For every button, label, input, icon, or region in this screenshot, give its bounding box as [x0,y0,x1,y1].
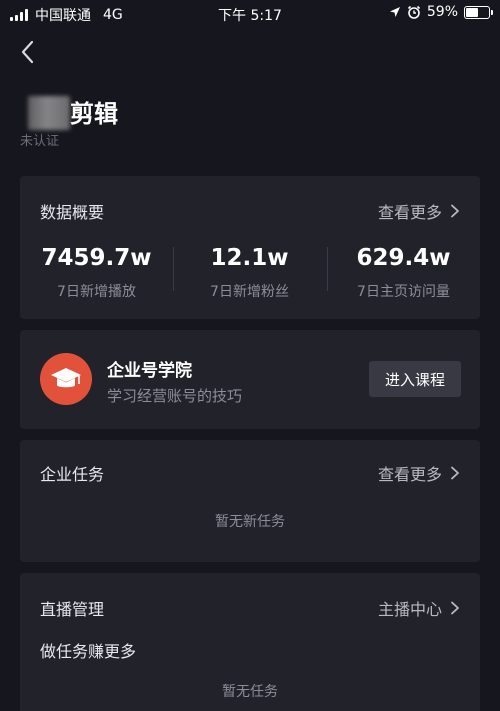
chevron-right-icon [451,601,459,615]
enterprise-tasks-more-label: 查看更多 [377,465,442,484]
live-empty-text: 暂无任务 [222,684,278,700]
academy-subtitle: 学习经营账号的技巧 [107,387,243,405]
data-overview-title: 数据概要 [40,203,105,222]
enterprise-tasks-more-link[interactable]: 查看更多 [378,461,462,485]
stat-visits-value: 629.4w [356,245,451,271]
avatar [28,96,70,130]
anchor-center-label: 主播中心 [377,600,442,619]
enterprise-tasks-card [20,440,480,562]
anchor-center-link[interactable]: 主播中心 [378,596,462,620]
chevron-left-icon [21,40,34,64]
chevron-right-icon [451,466,459,480]
status-bar: 中国联通 4G 下午 5:17 59% [0,0,500,26]
stat-fans-value: 12.1w [210,245,289,271]
stat-plays-value: 7459.7w [41,245,152,271]
battery-icon [464,5,493,19]
live-management-title: 直播管理 [40,600,105,619]
stat-plays[interactable]: 7459.7w 7日新增播放 [20,244,173,301]
status-right: 59% [389,4,493,20]
tasks-empty-text: 暂无新任务 [215,514,285,530]
location-icon [389,7,400,17]
alarm-icon [407,5,420,19]
stat-plays-label: 7日新增播放 [57,284,136,300]
stat-fans-label: 7日新增粉丝 [210,284,289,300]
live-tasks-subheading: 做任务赚更多 [40,642,137,661]
stat-fans[interactable]: 12.1w 7日新增粉丝 [173,244,326,301]
battery-percent: 59% [426,4,458,20]
chevron-right-icon [451,204,459,218]
enterprise-center-page: 中国联通 4G 下午 5:17 59% 剪辑 未认证 数据概要 查看更多 745… [0,0,500,711]
stat-visits[interactable]: 629.4w 7日主页访问量 [327,244,480,301]
data-overview-more-link[interactable]: 查看更多 [378,199,462,223]
profile-name: 剪辑 [70,100,118,128]
stat-visits-label: 7日主页访问量 [357,284,450,300]
verification-status: 未认证 [20,134,60,149]
academy-title: 企业号学院 [107,361,192,381]
data-overview-more-label: 查看更多 [377,203,442,222]
graduation-cap-icon [40,353,92,405]
back-button[interactable] [14,38,42,66]
enterprise-tasks-title: 企业任务 [40,465,105,484]
enter-course-button[interactable]: 进入课程 [369,361,461,397]
